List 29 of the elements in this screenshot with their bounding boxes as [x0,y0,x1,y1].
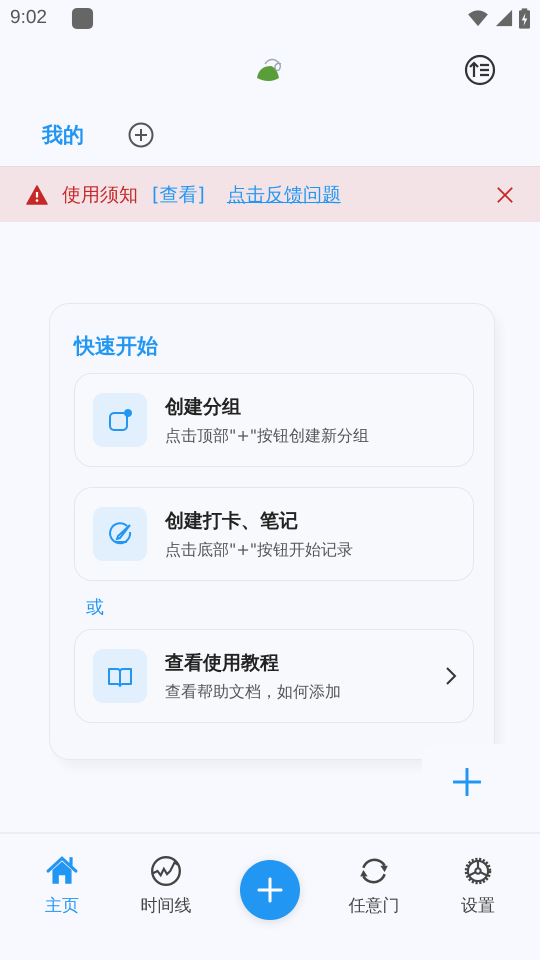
notice-title: 使用须知 [62,182,138,208]
item-title: 创建分组 [165,394,242,420]
action-card[interactable]: 创建分组 点击顶部"+"按钮创建新分组 [74,373,474,467]
card-title: 快速开始 [74,333,159,360]
close-icon[interactable] [496,186,514,204]
add-circle-icon[interactable] [128,122,154,148]
battery-icon [519,8,530,28]
plus-icon [453,768,481,796]
item-subtitle: 查看帮助文档，如何添加 [165,682,342,702]
sort-icon[interactable] [464,54,496,86]
chart-circle-icon [149,854,183,888]
item-title: 查看使用教程 [165,650,280,676]
or-label: 或 [86,596,105,619]
item-subtitle: 点击顶部"+"按钮创建新分组 [165,426,370,446]
action-card[interactable]: 查看使用教程 查看帮助文档，如何添加 [74,629,474,723]
dot-square-icon [107,407,133,433]
status-time: 9:02 [10,7,47,29]
edit-circle-icon [107,521,133,547]
item-title: 创建打卡、笔记 [165,508,299,534]
nav-tab[interactable]: 设置 [438,854,518,917]
notification-icon [70,6,94,30]
nav-tab[interactable]: 任意门 [334,854,414,917]
item-subtitle: 点击底部"+"按钮开始记录 [165,540,354,560]
warning-icon [26,184,48,204]
plus-icon [256,876,284,904]
action-card[interactable]: 创建打卡、笔记 点击底部"+"按钮开始记录 [74,487,474,581]
nav-tab[interactable]: 时间线 [126,854,206,917]
signal-icon [495,9,513,27]
wifi-icon [467,9,489,27]
